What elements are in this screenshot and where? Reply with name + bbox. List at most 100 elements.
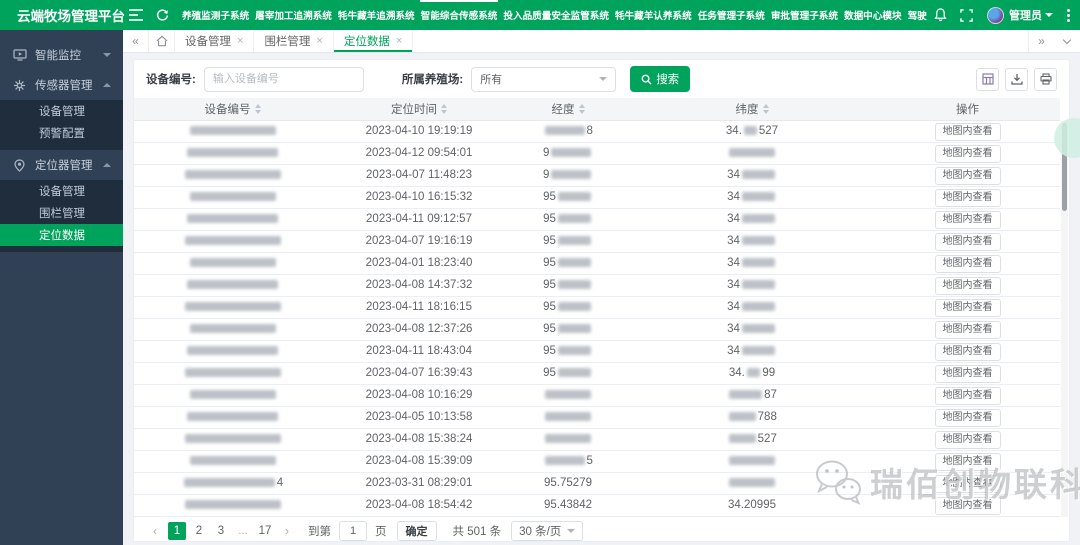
app-root: 云端牧场管理平台 养殖监测子系统 屠宰加工追溯系统 牦牛藏羊追溯系统 智能综合传感系统…: [0, 0, 1080, 545]
page-number-2[interactable]: 2: [190, 522, 208, 540]
view-in-map-button[interactable]: 地图内查看: [934, 254, 1001, 273]
latitude-cell: 34: [629, 230, 875, 253]
next-page-button[interactable]: ›: [278, 522, 296, 540]
sidebar-group-定位器管理[interactable]: 定位器管理: [0, 150, 123, 180]
page-number-1[interactable]: 1: [168, 521, 186, 540]
view-in-map-button[interactable]: 地图内查看: [934, 386, 1001, 405]
farm-select[interactable]: 所有: [471, 66, 617, 92]
censored-value: [557, 345, 591, 355]
search-button[interactable]: 搜索: [630, 66, 691, 92]
column-header-经度[interactable]: 经度: [507, 98, 629, 121]
table-row: 2023-04-11 09:12:57 95 34 地图内查看: [134, 208, 1060, 231]
nav-menu-item[interactable]: 牦牛藏羊认养系统: [612, 0, 695, 30]
tab-围栏管理[interactable]: 围栏管理 ×: [254, 30, 334, 52]
view-in-map-button[interactable]: 地图内查看: [934, 298, 1001, 317]
sort-asc-icon: [441, 103, 447, 108]
tab-定位数据[interactable]: 定位数据 ×: [333, 30, 414, 52]
close-icon[interactable]: ×: [237, 35, 243, 47]
view-in-map-button[interactable]: 地图内查看: [934, 496, 1001, 515]
view-in-map-button[interactable]: 地图内查看: [934, 144, 1001, 163]
sidebar-item-设备管理[interactable]: 设备管理: [0, 180, 123, 202]
sort-icon[interactable]: [762, 103, 769, 114]
nav-menu-item[interactable]: 审批管理子系统: [768, 0, 841, 30]
sidebar-item-定位数据[interactable]: 定位数据: [0, 224, 123, 246]
content-area: 设备编号: 所属养殖场: 所有 搜索: [123, 53, 1080, 544]
sidebar-group-智能监控[interactable]: 智能监控: [0, 40, 123, 70]
sort-icon[interactable]: [441, 103, 447, 114]
latitude-cell: 34: [629, 318, 875, 341]
table-row: 2023-04-07 19:16:19 95 34 地图内查看: [134, 230, 1060, 253]
sidebar-item-围栏管理[interactable]: 围栏管理: [0, 202, 123, 224]
close-icon[interactable]: ×: [396, 35, 402, 47]
nav-menu-item[interactable]: 任务管理子系统: [695, 0, 768, 30]
column-settings-button[interactable]: [976, 67, 999, 91]
censored-value: [557, 257, 591, 267]
action-cell: 地图内查看: [875, 450, 1060, 473]
device-no-input[interactable]: [203, 66, 364, 92]
censored-value: [184, 367, 281, 377]
hamburger-icon[interactable]: [123, 0, 149, 30]
nav-menu-item[interactable]: 数据中心模块: [841, 0, 905, 30]
more-vertical-icon[interactable]: [1063, 8, 1074, 22]
column-header-纬度[interactable]: 纬度: [629, 98, 875, 121]
nav-menu-item[interactable]: 屠宰加工追溯系统: [252, 0, 335, 30]
sort-icon[interactable]: [254, 103, 261, 114]
user-avatar[interactable]: [987, 6, 1004, 24]
page-size-select[interactable]: 30 条/页: [511, 520, 584, 541]
column-header-设备编号[interactable]: 设备编号: [134, 98, 331, 121]
close-icon[interactable]: ×: [316, 35, 322, 47]
page-number-3[interactable]: 3: [212, 522, 230, 540]
tab-menu-icon[interactable]: [1054, 30, 1080, 52]
table-scrollbar[interactable]: [1061, 121, 1068, 517]
tab-设备管理[interactable]: 设备管理 ×: [175, 30, 255, 52]
view-in-map-button[interactable]: 地图内查看: [934, 474, 1001, 493]
view-in-map-button[interactable]: 地图内查看: [934, 210, 1001, 229]
collapse-tabs-icon[interactable]: «: [123, 30, 149, 52]
censored-value: [545, 125, 585, 135]
user-menu[interactable]: 管理员: [1009, 7, 1053, 23]
nav-menu-item[interactable]: 智能综合传感系统: [418, 0, 501, 30]
longitude-cell: 95: [507, 186, 629, 209]
time-cell: 2023-04-08 18:54:42: [331, 494, 507, 517]
view-in-map-button[interactable]: 地图内查看: [934, 430, 1001, 449]
view-in-map-button[interactable]: 地图内查看: [934, 342, 1001, 361]
print-button[interactable]: [1034, 67, 1057, 91]
nav-menu-item[interactable]: 驾驶舱: [905, 0, 927, 30]
view-in-map-button[interactable]: 地图内查看: [934, 408, 1001, 427]
action-cell: 地图内查看: [875, 120, 1060, 143]
view-in-map-button[interactable]: 地图内查看: [934, 166, 1001, 185]
action-cell: 地图内查看: [875, 384, 1060, 407]
longitude-cell: 95: [507, 296, 629, 319]
table-row: 2023-04-08 10:16:29 87 地图内查看: [134, 384, 1060, 407]
column-header-定位时间[interactable]: 定位时间: [331, 98, 507, 121]
nav-menu-item[interactable]: 投入品质量安全监管系统: [500, 0, 612, 30]
view-in-map-button[interactable]: 地图内查看: [934, 232, 1001, 251]
export-button[interactable]: [1005, 67, 1028, 91]
sidebar-item-预警配置[interactable]: 预警配置: [0, 122, 123, 144]
home-icon[interactable]: [149, 30, 175, 52]
expand-tabs-icon[interactable]: »: [1028, 30, 1054, 52]
sidebar-group-传感器管理[interactable]: 传感器管理: [0, 70, 123, 100]
view-in-map-button[interactable]: 地图内查看: [934, 122, 1001, 141]
view-in-map-button[interactable]: 地图内查看: [934, 320, 1001, 339]
sidebar-item-设备管理[interactable]: 设备管理: [0, 100, 123, 122]
view-in-map-button[interactable]: 地图内查看: [934, 188, 1001, 207]
view-in-map-button[interactable]: 地图内查看: [934, 364, 1001, 383]
bell-icon[interactable]: [927, 0, 953, 30]
prev-page-button[interactable]: ‹: [146, 522, 164, 540]
page-numbers: 1 2 3... 17: [168, 521, 274, 540]
view-in-map-button[interactable]: 地图内查看: [934, 276, 1001, 295]
jump-page-input[interactable]: [339, 520, 367, 541]
nav-menu-item[interactable]: 牦牛藏羊追溯系统: [335, 0, 418, 30]
jump-confirm-button[interactable]: 确定: [396, 520, 437, 541]
censored-value: [183, 477, 275, 487]
table-row: 2023-04-11 18:16:15 95 34 地图内查看: [134, 296, 1060, 319]
view-in-map-button[interactable]: 地图内查看: [934, 452, 1001, 471]
nav-menu-item[interactable]: 养殖监测子系统: [179, 0, 252, 30]
page-number-17[interactable]: 17: [256, 522, 274, 540]
longitude-cell: 95: [507, 252, 629, 275]
refresh-icon[interactable]: [149, 0, 175, 30]
sort-icon[interactable]: [578, 103, 585, 114]
fullscreen-icon[interactable]: [953, 0, 979, 30]
table-row: 2023-04-08 18:54:42 95.43842 34.20995 地图内查看: [134, 494, 1060, 517]
